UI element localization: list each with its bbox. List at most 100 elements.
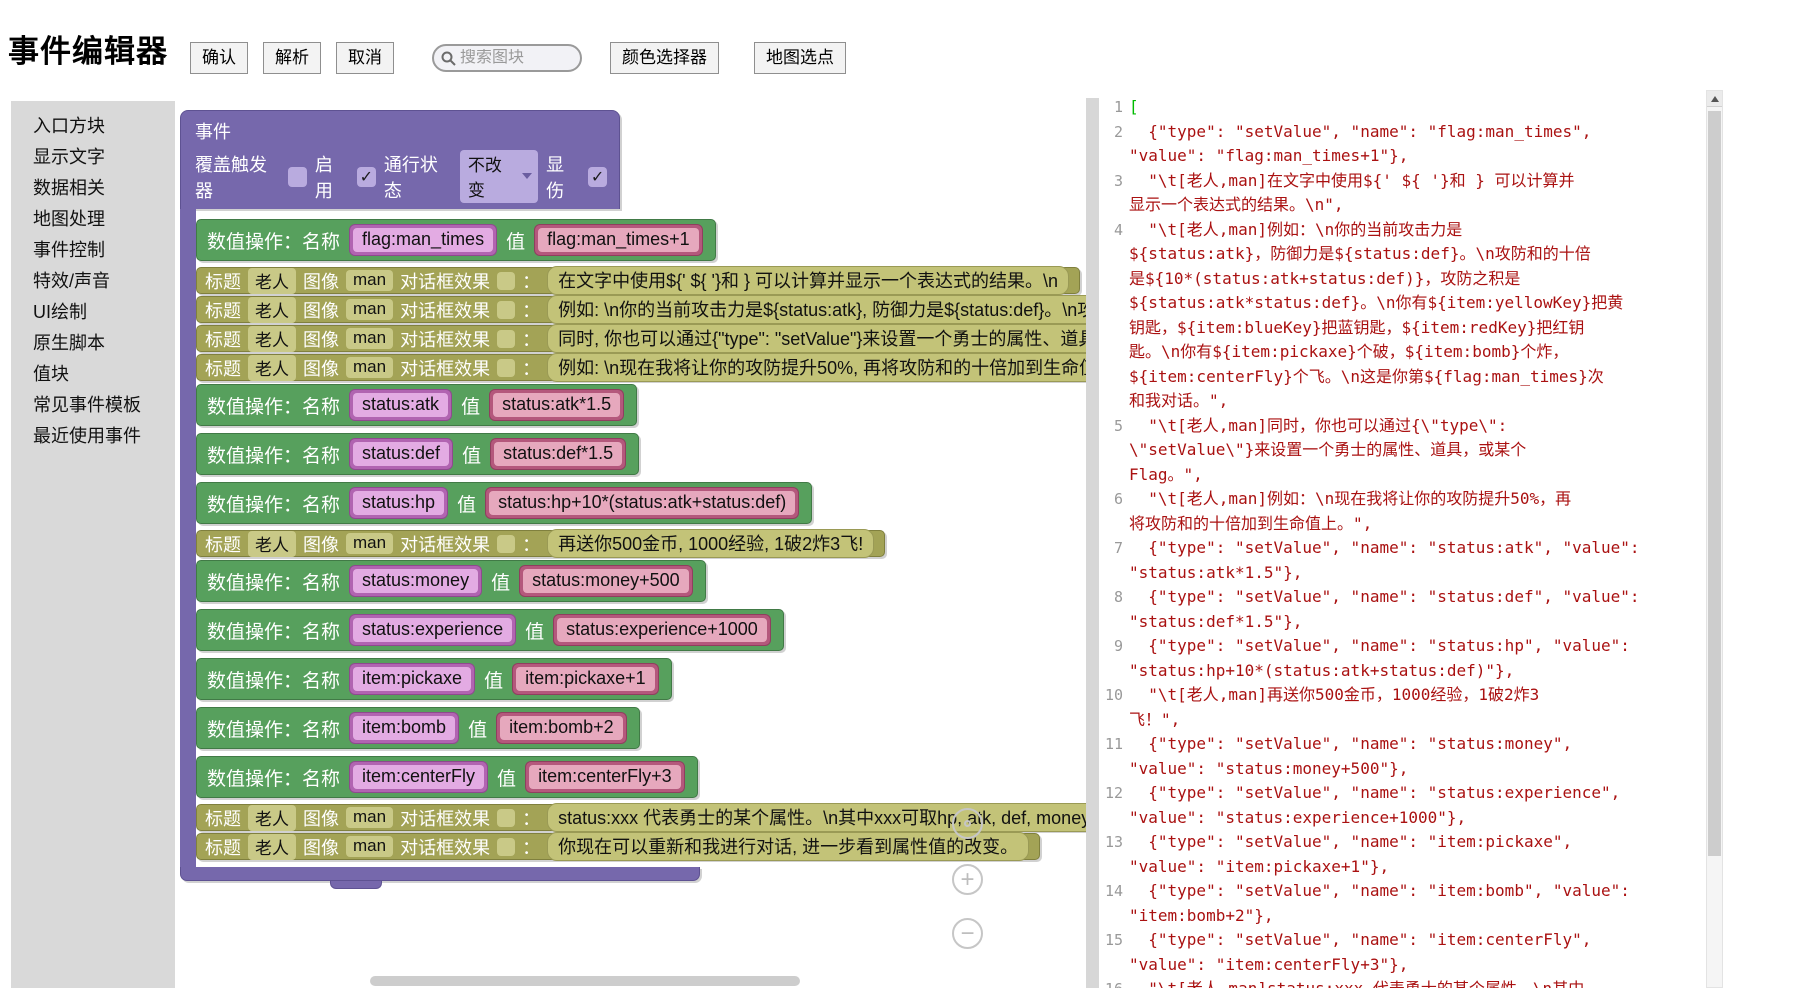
workspace-vertical-scrollbar[interactable] bbox=[1086, 98, 1099, 988]
sidebar-item[interactable]: 值块 bbox=[11, 359, 175, 390]
name-field[interactable]: flag:man_times bbox=[349, 224, 497, 256]
dialog-effect-checkbox[interactable] bbox=[497, 330, 515, 348]
sidebar-item[interactable]: 原生脚本 bbox=[11, 328, 175, 359]
name-field[interactable]: status:money bbox=[349, 565, 482, 597]
sidebar-item[interactable]: 显示文字 bbox=[11, 142, 175, 173]
block-setvalue-row[interactable]: 数值操作：名称 item:pickaxe 值 item:pickaxe+1 bbox=[196, 658, 672, 700]
dialog-text-field[interactable]: 同时, 你也可以通过{"type": "setValue"}来设置一个勇士的属性… bbox=[547, 324, 1086, 353]
scroll-up-arrow-icon[interactable] bbox=[1707, 91, 1722, 107]
parse-button[interactable]: 解析 bbox=[263, 42, 321, 74]
code-line[interactable]: 3 "\t[老人,man]在文字中使用${' ${ '}和 } 可以计算并显示一… bbox=[1099, 169, 1706, 218]
dialog-text-field[interactable]: 例如: \n你的当前攻击力是${status:atk}, 防御力是${statu… bbox=[547, 295, 1086, 324]
code-line[interactable]: 10 "\t[老人,man]再送你500金币，1000经验，1破2炸3飞！", bbox=[1099, 683, 1706, 732]
code-line[interactable]: 14 {"type": "setValue", "name": "item:bo… bbox=[1099, 879, 1706, 928]
value-field[interactable]: status:money+500 bbox=[519, 565, 693, 597]
dialog-effect-checkbox[interactable] bbox=[497, 838, 515, 856]
block-workspace[interactable]: 事件 覆盖触发器 启用 ✓ 通行状态 不改变 显伤 ✓ 数值操作：名称 flag… bbox=[175, 98, 1086, 988]
code-line[interactable]: 9 {"type": "setValue", "name": "status:h… bbox=[1099, 634, 1706, 683]
zoom-in-button[interactable]: + bbox=[952, 864, 983, 895]
code-line[interactable]: 4 "\t[老人,man]例如：\n你的当前攻击力是${status:atk}，… bbox=[1099, 218, 1706, 414]
value-field[interactable]: flag:man_times+1 bbox=[534, 224, 703, 256]
value-field[interactable]: item:centerFly+3 bbox=[525, 761, 685, 793]
sidebar-item[interactable]: UI绘制 bbox=[11, 297, 175, 328]
dialog-text-field[interactable]: 再送你500金币, 1000经验, 1破2炸3飞! bbox=[547, 529, 874, 558]
sidebar-item[interactable]: 地图处理 bbox=[11, 204, 175, 235]
code-editor-scrollbar[interactable] bbox=[1706, 90, 1723, 988]
name-field[interactable]: status:hp bbox=[349, 487, 448, 519]
block-setvalue-row[interactable]: 数值操作：名称 item:bomb 值 item:bomb+2 bbox=[196, 707, 640, 749]
code-line[interactable]: 8 {"type": "setValue", "name": "status:d… bbox=[1099, 585, 1706, 634]
code-line[interactable]: 7 {"type": "setValue", "name": "status:a… bbox=[1099, 536, 1706, 585]
block-setvalue-row[interactable]: 数值操作：名称 flag:man_times 值 flag:man_times+… bbox=[196, 219, 716, 261]
code-line[interactable]: 5 "\t[老人,man]同时，你也可以通过{\"type\":\"setVal… bbox=[1099, 414, 1706, 488]
value-field[interactable]: status:experience+1000 bbox=[553, 614, 771, 646]
code-line[interactable]: 2 {"type": "setValue", "name": "flag:man… bbox=[1099, 120, 1706, 169]
dialog-effect-checkbox[interactable] bbox=[497, 535, 515, 553]
dialog-effect-checkbox[interactable] bbox=[497, 272, 515, 290]
event-block-header[interactable]: 事件 覆盖触发器 启用 ✓ 通行状态 不改变 显伤 ✓ bbox=[180, 110, 620, 209]
dialog-text-field[interactable]: 例如: \n现在我将让你的攻防提升50%, 再将攻防和的十倍加到生命值上。 bbox=[547, 353, 1086, 382]
code-scrollbar-thumb[interactable] bbox=[1708, 111, 1721, 856]
block-setvalue-row[interactable]: 数值操作：名称 item:centerFly 值 item:centerFly+… bbox=[196, 756, 698, 798]
zoom-out-button[interactable]: − bbox=[952, 918, 983, 949]
value-field[interactable]: status:def*1.5 bbox=[490, 438, 626, 470]
title-field[interactable]: 老人 bbox=[248, 531, 296, 557]
enable-checkbox[interactable]: ✓ bbox=[357, 167, 376, 187]
name-field[interactable]: status:atk bbox=[349, 389, 452, 421]
color-picker-button[interactable]: 颜色选择器 bbox=[610, 42, 719, 74]
code-line[interactable]: 16 "\t[老人,man]status:xxx 代表勇士的某个属性。\n其中 bbox=[1099, 977, 1706, 988]
name-field[interactable]: item:centerFly bbox=[349, 761, 488, 793]
value-field[interactable]: item:pickaxe+1 bbox=[512, 663, 659, 695]
block-setvalue-row[interactable]: 数值操作：名称 status:hp 值 status:hp+10*(status… bbox=[196, 482, 812, 524]
dialog-effect-checkbox[interactable] bbox=[497, 809, 515, 827]
confirm-button[interactable]: 确认 bbox=[190, 42, 248, 74]
map-pick-button[interactable]: 地图选点 bbox=[754, 42, 846, 74]
block-setvalue-row[interactable]: 数值操作：名称 status:def 值 status:def*1.5 bbox=[196, 433, 639, 475]
pass-state-dropdown[interactable]: 不改变 bbox=[460, 150, 538, 203]
code-line[interactable]: 6 "\t[老人,man]例如：\n现在我将让你的攻防提升50%，再将攻防和的十… bbox=[1099, 487, 1706, 536]
zoom-reset-button[interactable] bbox=[952, 808, 983, 839]
name-field[interactable]: status:experience bbox=[349, 614, 516, 646]
event-block[interactable]: 事件 覆盖触发器 启用 ✓ 通行状态 不改变 显伤 ✓ 数值操作：名称 flag… bbox=[180, 110, 1086, 889]
sidebar-item[interactable]: 最近使用事件 bbox=[11, 421, 175, 452]
workspace-horizontal-scrollbar[interactable] bbox=[370, 976, 800, 986]
code-line[interactable]: 11 {"type": "setValue", "name": "status:… bbox=[1099, 732, 1706, 781]
cover-trigger-checkbox[interactable] bbox=[288, 167, 307, 187]
name-field[interactable]: status:def bbox=[349, 438, 453, 470]
block-text-row[interactable]: 标题 老人 图像 man 对话框效果 ： 同时, 你也可以通过{"type": … bbox=[196, 325, 1086, 352]
dialog-text-field[interactable]: status:xxx 代表勇士的某个属性。\n其中xxx可取hp, atk, d… bbox=[547, 803, 1086, 832]
title-field[interactable]: 老人 bbox=[248, 834, 296, 860]
image-field[interactable]: man bbox=[346, 299, 393, 320]
image-field[interactable]: man bbox=[346, 328, 393, 349]
value-field[interactable]: status:hp+10*(status:atk+status:def) bbox=[485, 487, 799, 519]
title-field[interactable]: 老人 bbox=[248, 805, 296, 831]
block-text-row[interactable]: 标题 老人 图像 man 对话框效果 ： 例如: \n现在我将让你的攻防提升50… bbox=[196, 354, 1086, 381]
sidebar-item[interactable]: 入口方块 bbox=[11, 111, 175, 142]
code-line[interactable]: 1[ bbox=[1099, 95, 1706, 120]
image-field[interactable]: man bbox=[346, 357, 393, 378]
sidebar-item[interactable]: 特效/声音 bbox=[11, 266, 175, 297]
dialog-effect-checkbox[interactable] bbox=[497, 301, 515, 319]
block-text-row[interactable]: 标题 老人 图像 man 对话框效果 ： 你现在可以重新和我进行对话, 进一步看… bbox=[196, 833, 1040, 860]
image-field[interactable]: man bbox=[346, 270, 393, 291]
title-field[interactable]: 老人 bbox=[248, 355, 296, 381]
cancel-button[interactable]: 取消 bbox=[336, 42, 394, 74]
block-setvalue-row[interactable]: 数值操作：名称 status:experience 值 status:exper… bbox=[196, 609, 784, 651]
title-field[interactable]: 老人 bbox=[248, 268, 296, 294]
block-text-row[interactable]: 标题 老人 图像 man 对话框效果 ： 在文字中使用${' ${ '}和 } … bbox=[196, 267, 1080, 294]
code-line[interactable]: 12 {"type": "setValue", "name": "status:… bbox=[1099, 781, 1706, 830]
code-line[interactable]: 13 {"type": "setValue", "name": "item:pi… bbox=[1099, 830, 1706, 879]
block-setvalue-row[interactable]: 数值操作：名称 status:atk 值 status:atk*1.5 bbox=[196, 384, 637, 426]
block-text-row[interactable]: 标题 老人 图像 man 对话框效果 ： 例如: \n你的当前攻击力是${sta… bbox=[196, 296, 1086, 323]
damage-checkbox[interactable]: ✓ bbox=[588, 167, 607, 187]
title-field[interactable]: 老人 bbox=[248, 297, 296, 323]
value-field[interactable]: status:atk*1.5 bbox=[489, 389, 624, 421]
sidebar-item[interactable]: 常见事件模板 bbox=[11, 390, 175, 421]
title-field[interactable]: 老人 bbox=[248, 326, 296, 352]
name-field[interactable]: item:pickaxe bbox=[349, 663, 475, 695]
image-field[interactable]: man bbox=[346, 836, 393, 857]
dialog-text-field[interactable]: 你现在可以重新和我进行对话, 进一步看到属性值的改变。 bbox=[547, 832, 1029, 861]
dialog-text-field[interactable]: 在文字中使用${' ${ '}和 } 可以计算并显示一个表达式的结果。\n bbox=[547, 266, 1069, 295]
sidebar-item[interactable]: 数据相关 bbox=[11, 173, 175, 204]
code-line[interactable]: 15 {"type": "setValue", "name": "item:ce… bbox=[1099, 928, 1706, 977]
